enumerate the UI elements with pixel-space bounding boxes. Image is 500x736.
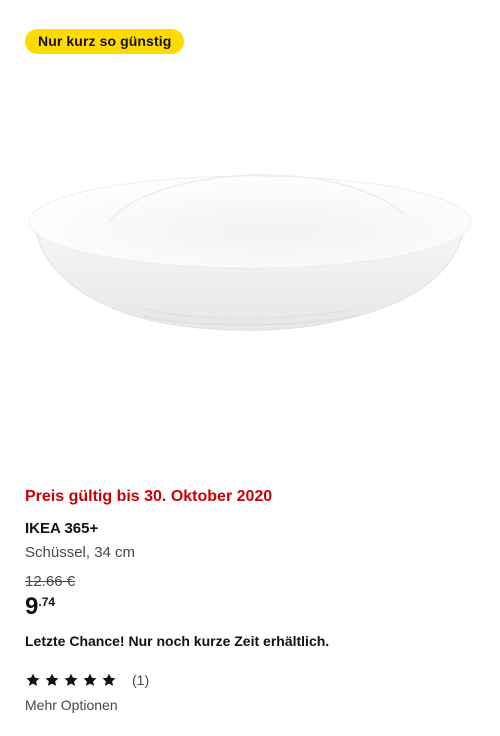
bowl-image — [28, 174, 472, 331]
product-image[interactable] — [25, 70, 475, 470]
price-validity: Preis gültig bis 30. Oktober 2020 — [25, 488, 273, 505]
current-price: 9.74 — [25, 592, 55, 622]
more-options-link[interactable]: Mehr Optionen — [25, 695, 118, 715]
review-count: (1) — [132, 672, 150, 688]
star-icon — [102, 673, 116, 686]
star-icon — [64, 673, 78, 686]
star-icon — [45, 673, 59, 686]
old-price: 12.66 € — [25, 573, 76, 590]
promo-badge: Nur kurz so günstig — [25, 29, 185, 54]
availability-notice: Letzte Chance! Nur noch kurze Zeit erhäl… — [25, 633, 330, 649]
rating[interactable]: (1) — [25, 669, 149, 691]
product-card[interactable]: Nur kurz so günstig Preis gültig bis 30. — [0, 0, 500, 736]
price-decimal: .74 — [38, 595, 56, 609]
star-rating — [25, 672, 117, 688]
product-name[interactable]: IKEA 365+ — [25, 519, 98, 539]
product-description: Schüssel, 34 cm — [25, 544, 136, 561]
star-icon — [26, 673, 40, 686]
price-integer: 9 — [25, 593, 39, 620]
star-icon — [83, 673, 97, 686]
